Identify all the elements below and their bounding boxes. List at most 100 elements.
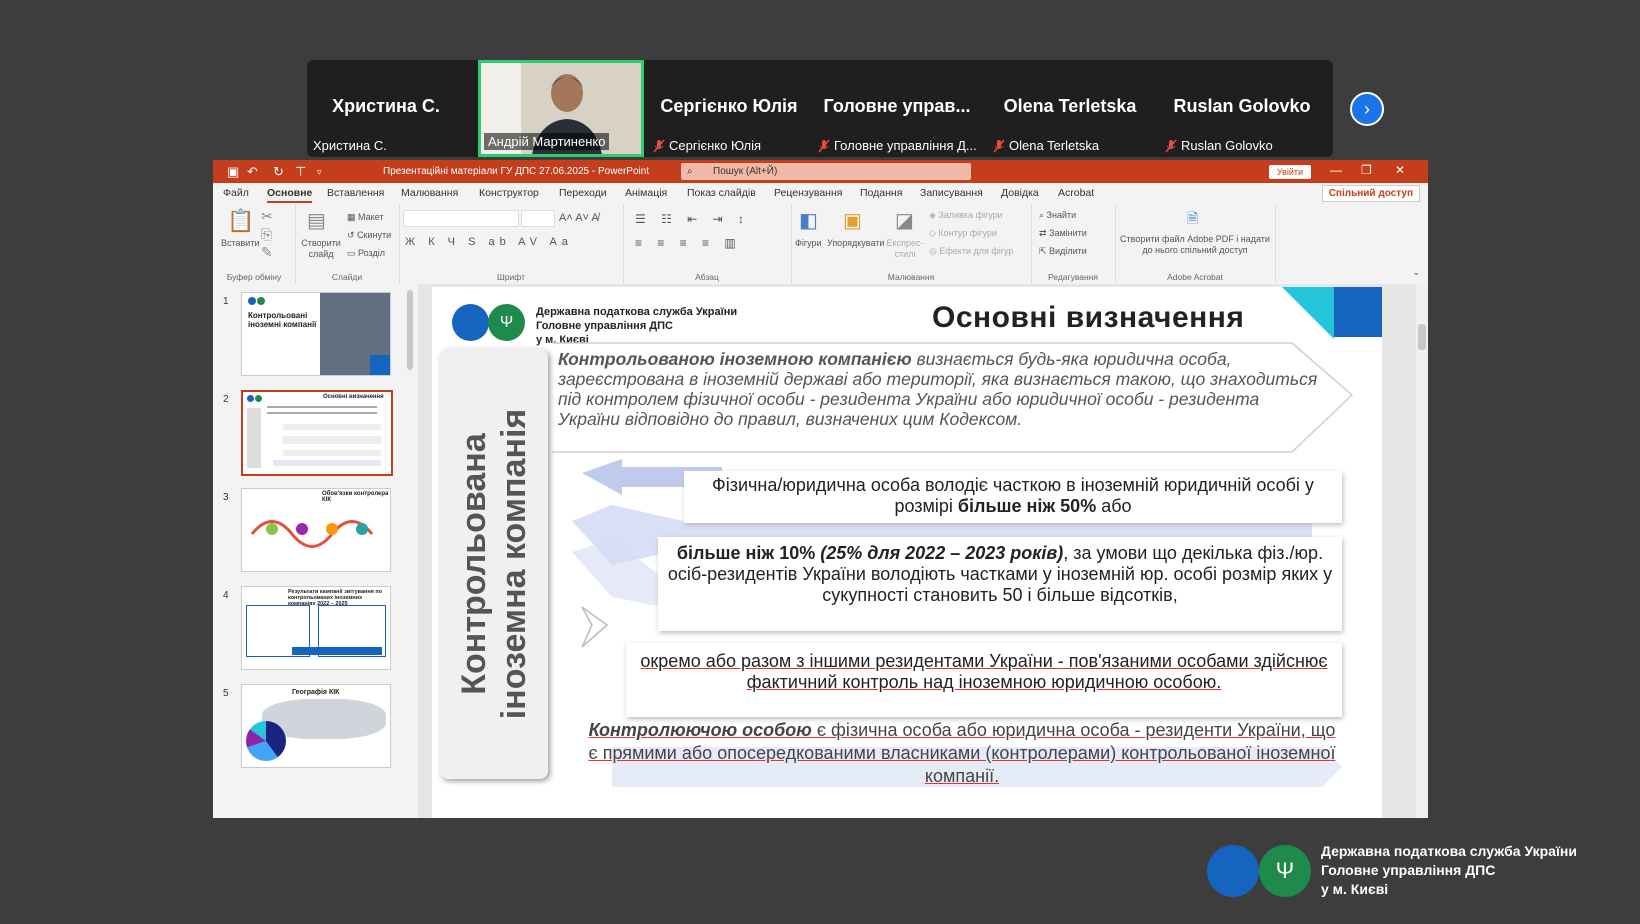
slide-thumbnail[interactable]: Контрольовані іноземні компанії: [241, 292, 391, 376]
pdf-icon[interactable]: 🗎: [1187, 208, 1198, 232]
participant-name-label: Христина С.: [313, 138, 387, 153]
search-input[interactable]: ⌕ Пошук (Alt+Й): [681, 163, 971, 180]
participant-tile[interactable]: Христина С. Христина С.: [307, 60, 465, 157]
mic-off-icon: [1165, 139, 1177, 152]
slide-scrollbar[interactable]: [1416, 284, 1428, 818]
participant-display-name: Ruslan Golovko: [1173, 96, 1311, 116]
group-label: Редагування: [1047, 272, 1098, 282]
group-label: Слайди: [331, 272, 363, 282]
restore-icon[interactable]: ❐: [1361, 163, 1372, 177]
group-label: Малювання: [887, 272, 935, 282]
tab-acrobat[interactable]: Acrobat: [1058, 187, 1094, 199]
participants-strip: Христина С. Христина С. Андрій Мартиненк…: [307, 60, 1333, 157]
participant-tile[interactable]: Сергієнко Юлія Сергієнко Юлія: [647, 60, 811, 157]
thumbnail-number: 5: [223, 688, 229, 699]
cut-icon[interactable]: ✂: [261, 208, 273, 225]
condition-box-3: окремо або разом з іншими резидентами Ук…: [626, 643, 1342, 717]
font-size-buttons[interactable]: A˄ A˅ A̸: [559, 212, 599, 224]
format-painter-icon[interactable]: ✎: [261, 244, 273, 261]
shapes-button[interactable]: Фігури: [795, 238, 822, 248]
participant-display-name: Сергієнко Юлія: [660, 96, 798, 116]
slide-canvas[interactable]: Ψ Державна податкова служба України Голо…: [432, 287, 1382, 818]
share-button[interactable]: Спільний доступ: [1321, 185, 1420, 202]
close-icon[interactable]: ✕: [1395, 163, 1405, 177]
powerpoint-window: ▣ ↶ ↻ ⊤ ▿ Презентаційні матеріали ГУ ДПС…: [213, 160, 1428, 818]
font-size-select[interactable]: [521, 210, 555, 227]
tab-insert[interactable]: Вставлення: [327, 187, 384, 199]
shapes-icon[interactable]: ◧: [799, 208, 818, 233]
paragraph-group: ☰ ☷ ⇤ ⇥ ↕ ≡ ≡ ≡ ≡ ▥ Абзац: [623, 204, 792, 284]
tab-slideshow[interactable]: Показ слайдів: [687, 187, 756, 199]
search-icon: ⌕: [687, 166, 693, 177]
participant-name-label: Сергієнко Юлія: [653, 138, 761, 153]
redo-icon[interactable]: ↻: [273, 164, 284, 180]
tab-file[interactable]: Файл: [223, 187, 249, 199]
title-bar: ▣ ↶ ↻ ⊤ ▿ Презентаційні матеріали ГУ ДПС…: [213, 160, 1428, 183]
tab-view[interactable]: Подання: [860, 187, 902, 199]
participant-name-label: Ruslan Golovko: [1165, 138, 1273, 153]
slide-thumbnail[interactable]: Географія КІК: [241, 684, 391, 768]
new-slide-button[interactable]: Створити слайд: [299, 238, 343, 260]
quick-styles-button[interactable]: Експрес-стилі: [885, 238, 925, 260]
customize-toolbar-icon[interactable]: ▿: [317, 167, 322, 178]
arrange-button[interactable]: Упорядкувати: [827, 238, 884, 248]
slide-thumbnail[interactable]: Обов'язки контролера КІК: [241, 488, 391, 572]
replace-button[interactable]: ⇄ Замінити: [1039, 228, 1087, 239]
slides-group: ▤ Створити слайд ▦ Макет ↺ Скинути ▭ Роз…: [295, 204, 400, 284]
paste-icon[interactable]: 📋: [227, 208, 254, 234]
tab-design[interactable]: Конструктор: [479, 187, 539, 199]
thumbnails-scrollbar[interactable]: [407, 290, 413, 370]
undo-icon[interactable]: ↶: [247, 164, 258, 180]
create-pdf-button[interactable]: Створити файл Adobe PDF і надати до ньог…: [1119, 234, 1271, 256]
paste-button[interactable]: Вставити: [221, 238, 260, 248]
footer-logo-blue: [1207, 845, 1259, 897]
copy-icon[interactable]: ⎘: [261, 226, 272, 243]
layout-button[interactable]: ▦ Макет: [347, 212, 384, 223]
tab-help[interactable]: Довідка: [1001, 187, 1039, 199]
font-family-select[interactable]: [403, 210, 519, 227]
participant-tile[interactable]: Головне управ... Головне управління Д...: [812, 60, 982, 157]
shape-fill-button[interactable]: ◈ Заливка фігури: [929, 210, 1003, 221]
participant-tile[interactable]: Olena Terletska Olena Terletska: [987, 60, 1153, 157]
mic-off-icon: [653, 139, 665, 152]
align-buttons[interactable]: ≡ ≡ ≡ ≡ ▥: [635, 236, 742, 250]
slide-thumbnail[interactable]: Результати кампанії звітування по контро…: [241, 586, 391, 670]
tab-draw[interactable]: Малювання: [401, 187, 458, 199]
tab-home[interactable]: Основне: [267, 187, 313, 203]
participant-tile[interactable]: Ruslan Golovko Ruslan Golovko: [1159, 60, 1325, 157]
mic-off-icon: [818, 139, 830, 152]
tab-review[interactable]: Рецензування: [774, 187, 842, 199]
slide-thumbnails-pane: 1 Контрольовані іноземні компанії 2 Осно…: [213, 284, 418, 818]
controller-definition: Контролюючою особою є фізична особа або …: [588, 720, 1336, 786]
slide-thumbnail-selected[interactable]: Основні визначення: [241, 390, 393, 476]
shape-outline-button[interactable]: ◇ Контур фігури: [929, 228, 997, 239]
tab-record[interactable]: Записування: [920, 187, 983, 199]
find-button[interactable]: ⌕ Знайти: [1039, 210, 1076, 221]
next-participants-button[interactable]: ›: [1350, 92, 1384, 126]
list-buttons[interactable]: ☰ ☷ ⇤ ⇥ ↕: [635, 212, 750, 226]
ribbon: 📋 Вставити ✂ ⎘ ✎ Буфер обміну ▤ Створити…: [213, 204, 1428, 285]
quick-styles-icon[interactable]: ◪: [895, 208, 914, 233]
ribbon-tabs: Файл Основне Вставлення Малювання Констр…: [213, 183, 1428, 204]
section-button[interactable]: ▭ Розділ: [347, 248, 385, 259]
save-icon[interactable]: ▣: [227, 164, 239, 180]
reset-button[interactable]: ↺ Скинути: [347, 230, 391, 241]
sign-in-button[interactable]: Увійти: [1269, 165, 1311, 179]
thumbnail-number: 4: [223, 590, 229, 601]
minimize-icon[interactable]: —: [1330, 163, 1342, 177]
font-style-buttons[interactable]: Ж К Ч S ab AV Aa: [405, 236, 573, 248]
new-slide-icon[interactable]: ▤: [307, 208, 326, 233]
participant-display-name: Olena Terletska: [1003, 96, 1137, 116]
arrange-icon[interactable]: ▣: [843, 208, 862, 233]
participant-video-tile[interactable]: Андрій Мартиненко: [478, 60, 644, 157]
tab-transitions[interactable]: Переходи: [559, 187, 607, 199]
shape-effects-button[interactable]: ◎ Ефекти для фігур: [929, 246, 1013, 257]
participant-name-label: Андрій Мартиненко: [484, 133, 610, 150]
participant-name-label: Головне управління Д...: [818, 138, 977, 153]
group-label: Абзац: [695, 272, 719, 282]
presentation-icon[interactable]: ⊤: [295, 164, 306, 180]
select-button[interactable]: ⇱ Виділити: [1039, 246, 1087, 257]
tab-animations[interactable]: Анімація: [625, 187, 667, 199]
collapse-ribbon-icon[interactable]: ⌄: [1412, 267, 1420, 278]
mic-off-icon: [993, 139, 1005, 152]
